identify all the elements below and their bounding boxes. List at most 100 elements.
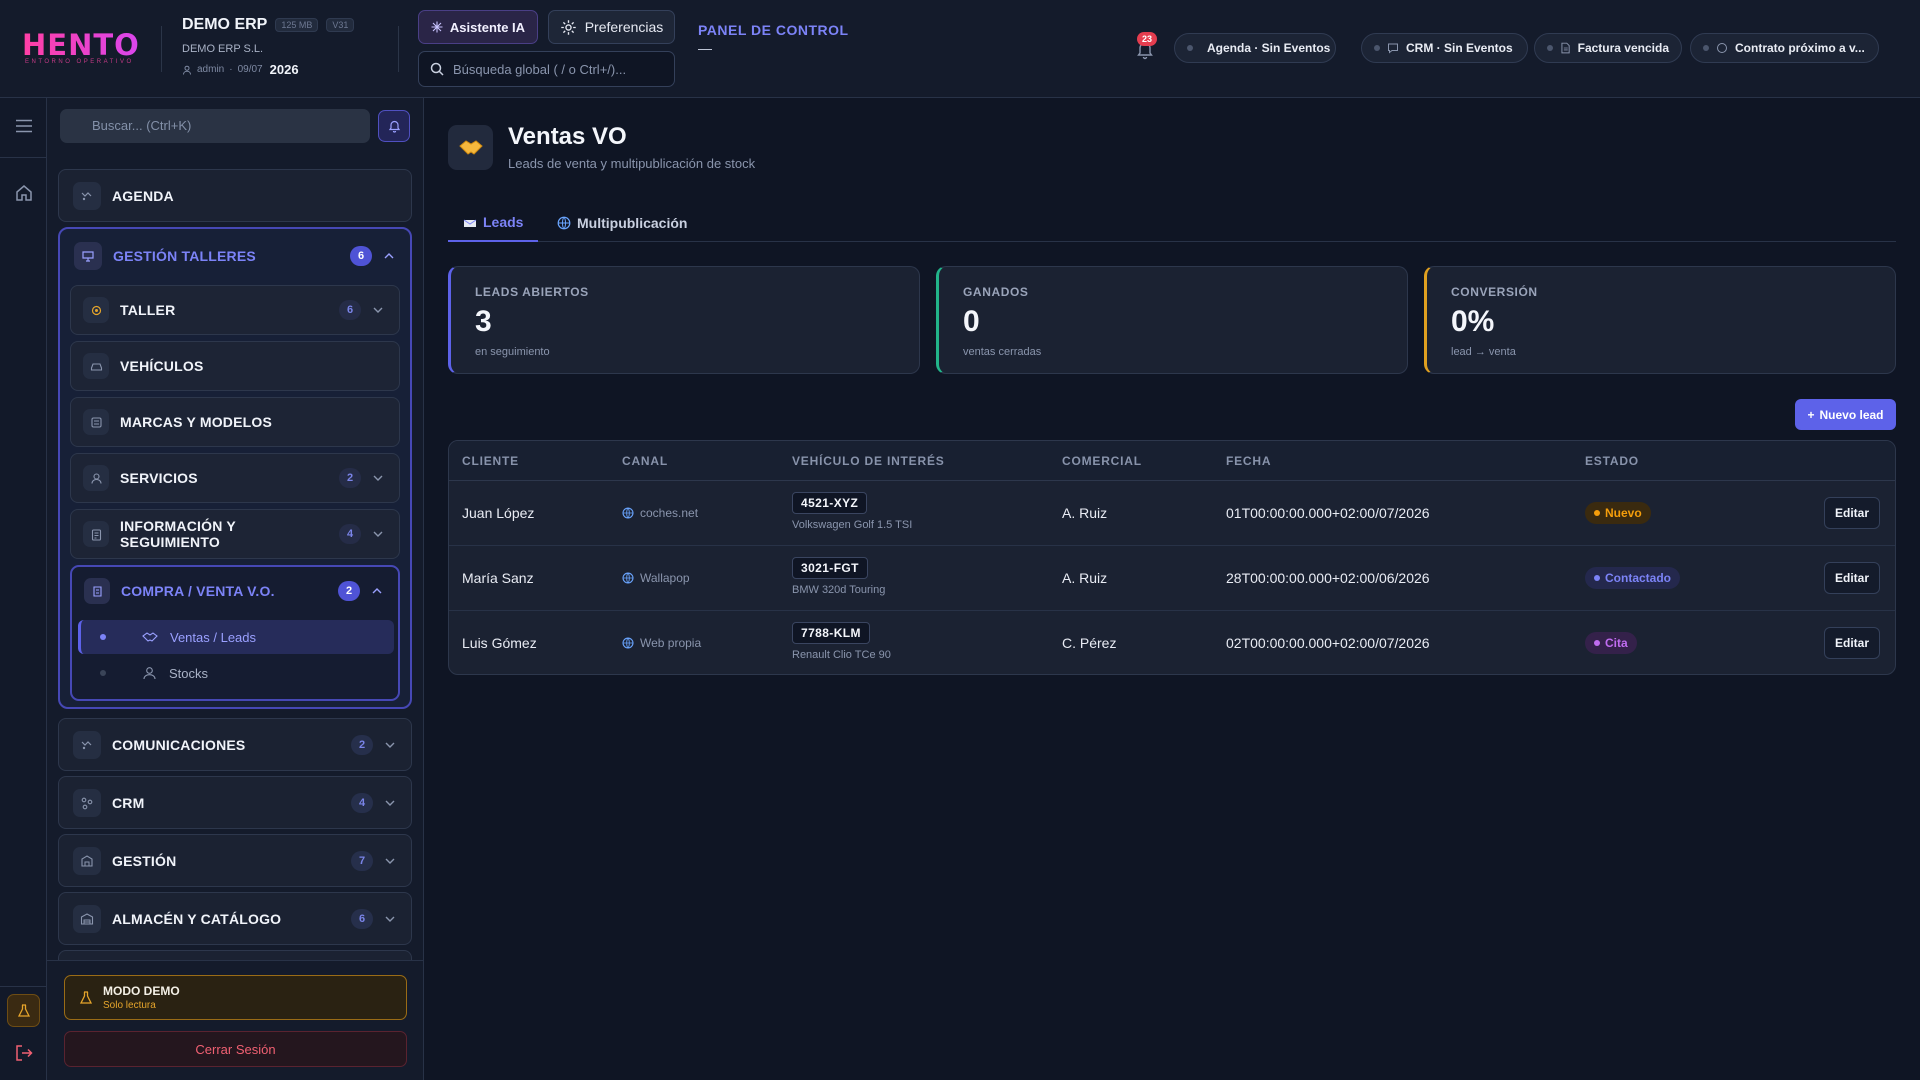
sidebar-item-informacion-seguimiento[interactable]: INFORMACIÓN Y SEGUIMIENTO 4 — [70, 509, 400, 559]
channel-name: Wallapop — [640, 571, 690, 585]
column-header[interactable]: COMERCIAL — [1062, 454, 1142, 468]
preferences-button[interactable]: Preferencias — [548, 10, 675, 44]
sidebar-item-almacen-catalogo[interactable]: ALMACÉN Y CATÁLOGO 6 — [58, 892, 412, 945]
sidebar-item-gestion[interactable]: GESTIÓN 7 — [58, 834, 412, 887]
column-header[interactable]: VEHÍCULO DE INTERÉS — [792, 454, 945, 468]
table-row[interactable]: Luis Gómez Web propia 7788-KLM Renault C… — [449, 611, 1895, 674]
stat-value: 0 — [963, 305, 980, 338]
network-icon — [73, 788, 101, 817]
sidebar-item-label: COMPRA / VENTA V.O. — [121, 583, 275, 599]
logo-text: HENTOP — [22, 28, 163, 62]
handshake-icon — [142, 630, 158, 644]
new-lead-button[interactable]: + Nuevo lead — [1795, 399, 1896, 430]
edit-button[interactable]: Editar — [1824, 627, 1880, 659]
column-header[interactable]: FECHA — [1226, 454, 1271, 468]
agenda-status-label: Agenda · Sin Eventos — [1207, 41, 1331, 55]
sidebar-group-gestion-talleres: GESTIÓN TALLERES 6 TALLER 6 VEHÍCULOS MA… — [58, 227, 412, 709]
demo-mode-button[interactable] — [7, 994, 40, 1027]
message-icon — [1717, 43, 1727, 53]
home-icon — [15, 184, 32, 201]
sidebar-item-gestion-talleres[interactable]: GESTIÓN TALLERES 6 — [60, 229, 410, 283]
company-logo[interactable]: HENTOP ENTORNO OPERATIVO — [22, 28, 163, 65]
tag-icon — [83, 409, 109, 435]
sidebar-count-badge: 4 — [339, 524, 361, 544]
sidebar-item-label: MARCAS Y MODELOS — [120, 414, 273, 430]
sidebar-search-input[interactable]: Buscar... (Ctrl+K) — [60, 109, 370, 143]
inbox-icon — [463, 219, 477, 227]
sidebar-item-label: GESTIÓN TALLERES — [113, 248, 256, 264]
stat-card-won: GANADOS 0 ventas cerradas — [936, 266, 1408, 374]
invoice-status-pill[interactable]: Factura vencida — [1534, 33, 1682, 63]
search-icon — [430, 62, 444, 76]
sidebar-count-badge: 7 — [351, 850, 373, 871]
services-icon — [83, 465, 109, 491]
sidebar-item-marcas-modelos[interactable]: MARCAS Y MODELOS — [70, 397, 400, 447]
sidebar-notifications-button[interactable] — [378, 110, 410, 142]
sidebar-item-agenda[interactable]: AGENDA — [58, 169, 412, 222]
sidebar-item-vehiculos[interactable]: VEHÍCULOS — [70, 341, 400, 391]
sidebar-item-label: VEHÍCULOS — [120, 358, 204, 374]
sidebar-count-badge: 2 — [339, 468, 361, 488]
ai-assistant-button[interactable]: Asistente IA — [418, 10, 538, 44]
status-dot — [1703, 45, 1709, 51]
status-dot — [1374, 45, 1380, 51]
sidebar-item-comunicaciones[interactable]: COMUNICACIONES 2 — [58, 718, 412, 771]
new-lead-label: Nuevo lead — [1819, 407, 1884, 422]
storage-badge: 125 MB — [275, 18, 319, 32]
logo-subtitle: ENTORNO OPERATIVO — [25, 59, 134, 65]
status-cell: Cita — [1585, 632, 1637, 654]
flask-icon — [17, 1003, 30, 1017]
channel-name: Web propia — [640, 636, 702, 650]
sidebar-item-taller[interactable]: TALLER 6 — [70, 285, 400, 335]
menu-toggle-button[interactable] — [12, 114, 35, 137]
global-search-placeholder: Búsqueda global ( / o Ctrl+/)... — [453, 61, 627, 77]
edit-button[interactable]: Editar — [1824, 497, 1880, 529]
chevron-down-icon — [383, 858, 397, 864]
edit-button[interactable]: Editar — [1824, 562, 1880, 594]
channel-cell: Web propia — [622, 636, 701, 650]
table-row[interactable]: María Sanz Wallapop 3021-FGT BMW 320d To… — [449, 546, 1895, 611]
globe-icon — [622, 637, 634, 649]
sidebar-item-stocks[interactable]: Stocks — [78, 656, 394, 690]
status-badge: Nuevo — [1585, 502, 1651, 524]
communications-icon — [73, 730, 101, 759]
sparkle-icon — [431, 21, 443, 33]
logout-button[interactable]: Cerrar Sesión — [64, 1031, 407, 1067]
sidebar-item-label: CRM — [112, 794, 145, 811]
wrench-icon — [83, 297, 109, 323]
stat-card-open-leads: LEADS ABIERTOS 3 en seguimiento — [448, 266, 920, 374]
company-legal-name: DEMO ERP S.L. — [182, 43, 264, 55]
clipboard-icon — [83, 521, 109, 547]
sidebar-item-label: AGENDA — [112, 187, 174, 204]
demo-mode-subtitle: Solo lectura — [103, 1000, 156, 1011]
tab-multipublicacion[interactable]: Multipublicación — [542, 204, 702, 242]
status-badge: Contactado — [1585, 567, 1680, 589]
agenda-icon — [73, 181, 101, 210]
column-header[interactable]: ESTADO — [1585, 454, 1639, 468]
sidebar-item-servicios[interactable]: SERVICIOS 2 — [70, 453, 400, 503]
home-button[interactable] — [12, 181, 35, 204]
agenda-status-pill[interactable]: Agenda · Sin Eventos — [1174, 33, 1336, 63]
table-row[interactable]: Juan López coches.net 4521-XYZ Volkswage… — [449, 481, 1895, 546]
crm-status-pill[interactable]: CRM · Sin Eventos — [1361, 33, 1528, 63]
stat-hint: en seguimiento — [475, 346, 550, 358]
column-header[interactable]: CLIENTE — [462, 454, 519, 468]
status-dot — [1594, 640, 1600, 646]
sidebar-item-ventas-leads[interactable]: Ventas / Leads — [78, 620, 394, 654]
bell-icon — [388, 120, 400, 133]
contract-status-pill[interactable]: Contrato próximo a v... — [1690, 33, 1879, 63]
panel-title[interactable]: PANEL DE CONTROL — [698, 22, 849, 38]
flask-icon — [79, 990, 93, 1004]
logout-icon-button[interactable] — [12, 1041, 35, 1064]
tab-leads[interactable]: Leads — [448, 204, 539, 242]
warehouse-icon — [73, 904, 101, 933]
sidebar-item-partial — [58, 950, 412, 960]
sidebar-item-compra-venta[interactable]: COMPRA / VENTA V.O. 2 — [72, 567, 398, 615]
company-info: DEMO ERP 125 MB V31 DEMO ERP S.L. admin … — [182, 16, 392, 77]
main-content: Ventas VO Leads de venta y multipublicac… — [425, 98, 1920, 1080]
sidebar-item-crm[interactable]: CRM 4 — [58, 776, 412, 829]
global-search-input[interactable]: Búsqueda global ( / o Ctrl+/)... — [418, 51, 675, 87]
column-header[interactable]: CANAL — [622, 454, 668, 468]
stat-value: 0% — [1451, 305, 1495, 338]
vehicle-model: Volkswagen Golf 1.5 TSI — [792, 519, 913, 531]
